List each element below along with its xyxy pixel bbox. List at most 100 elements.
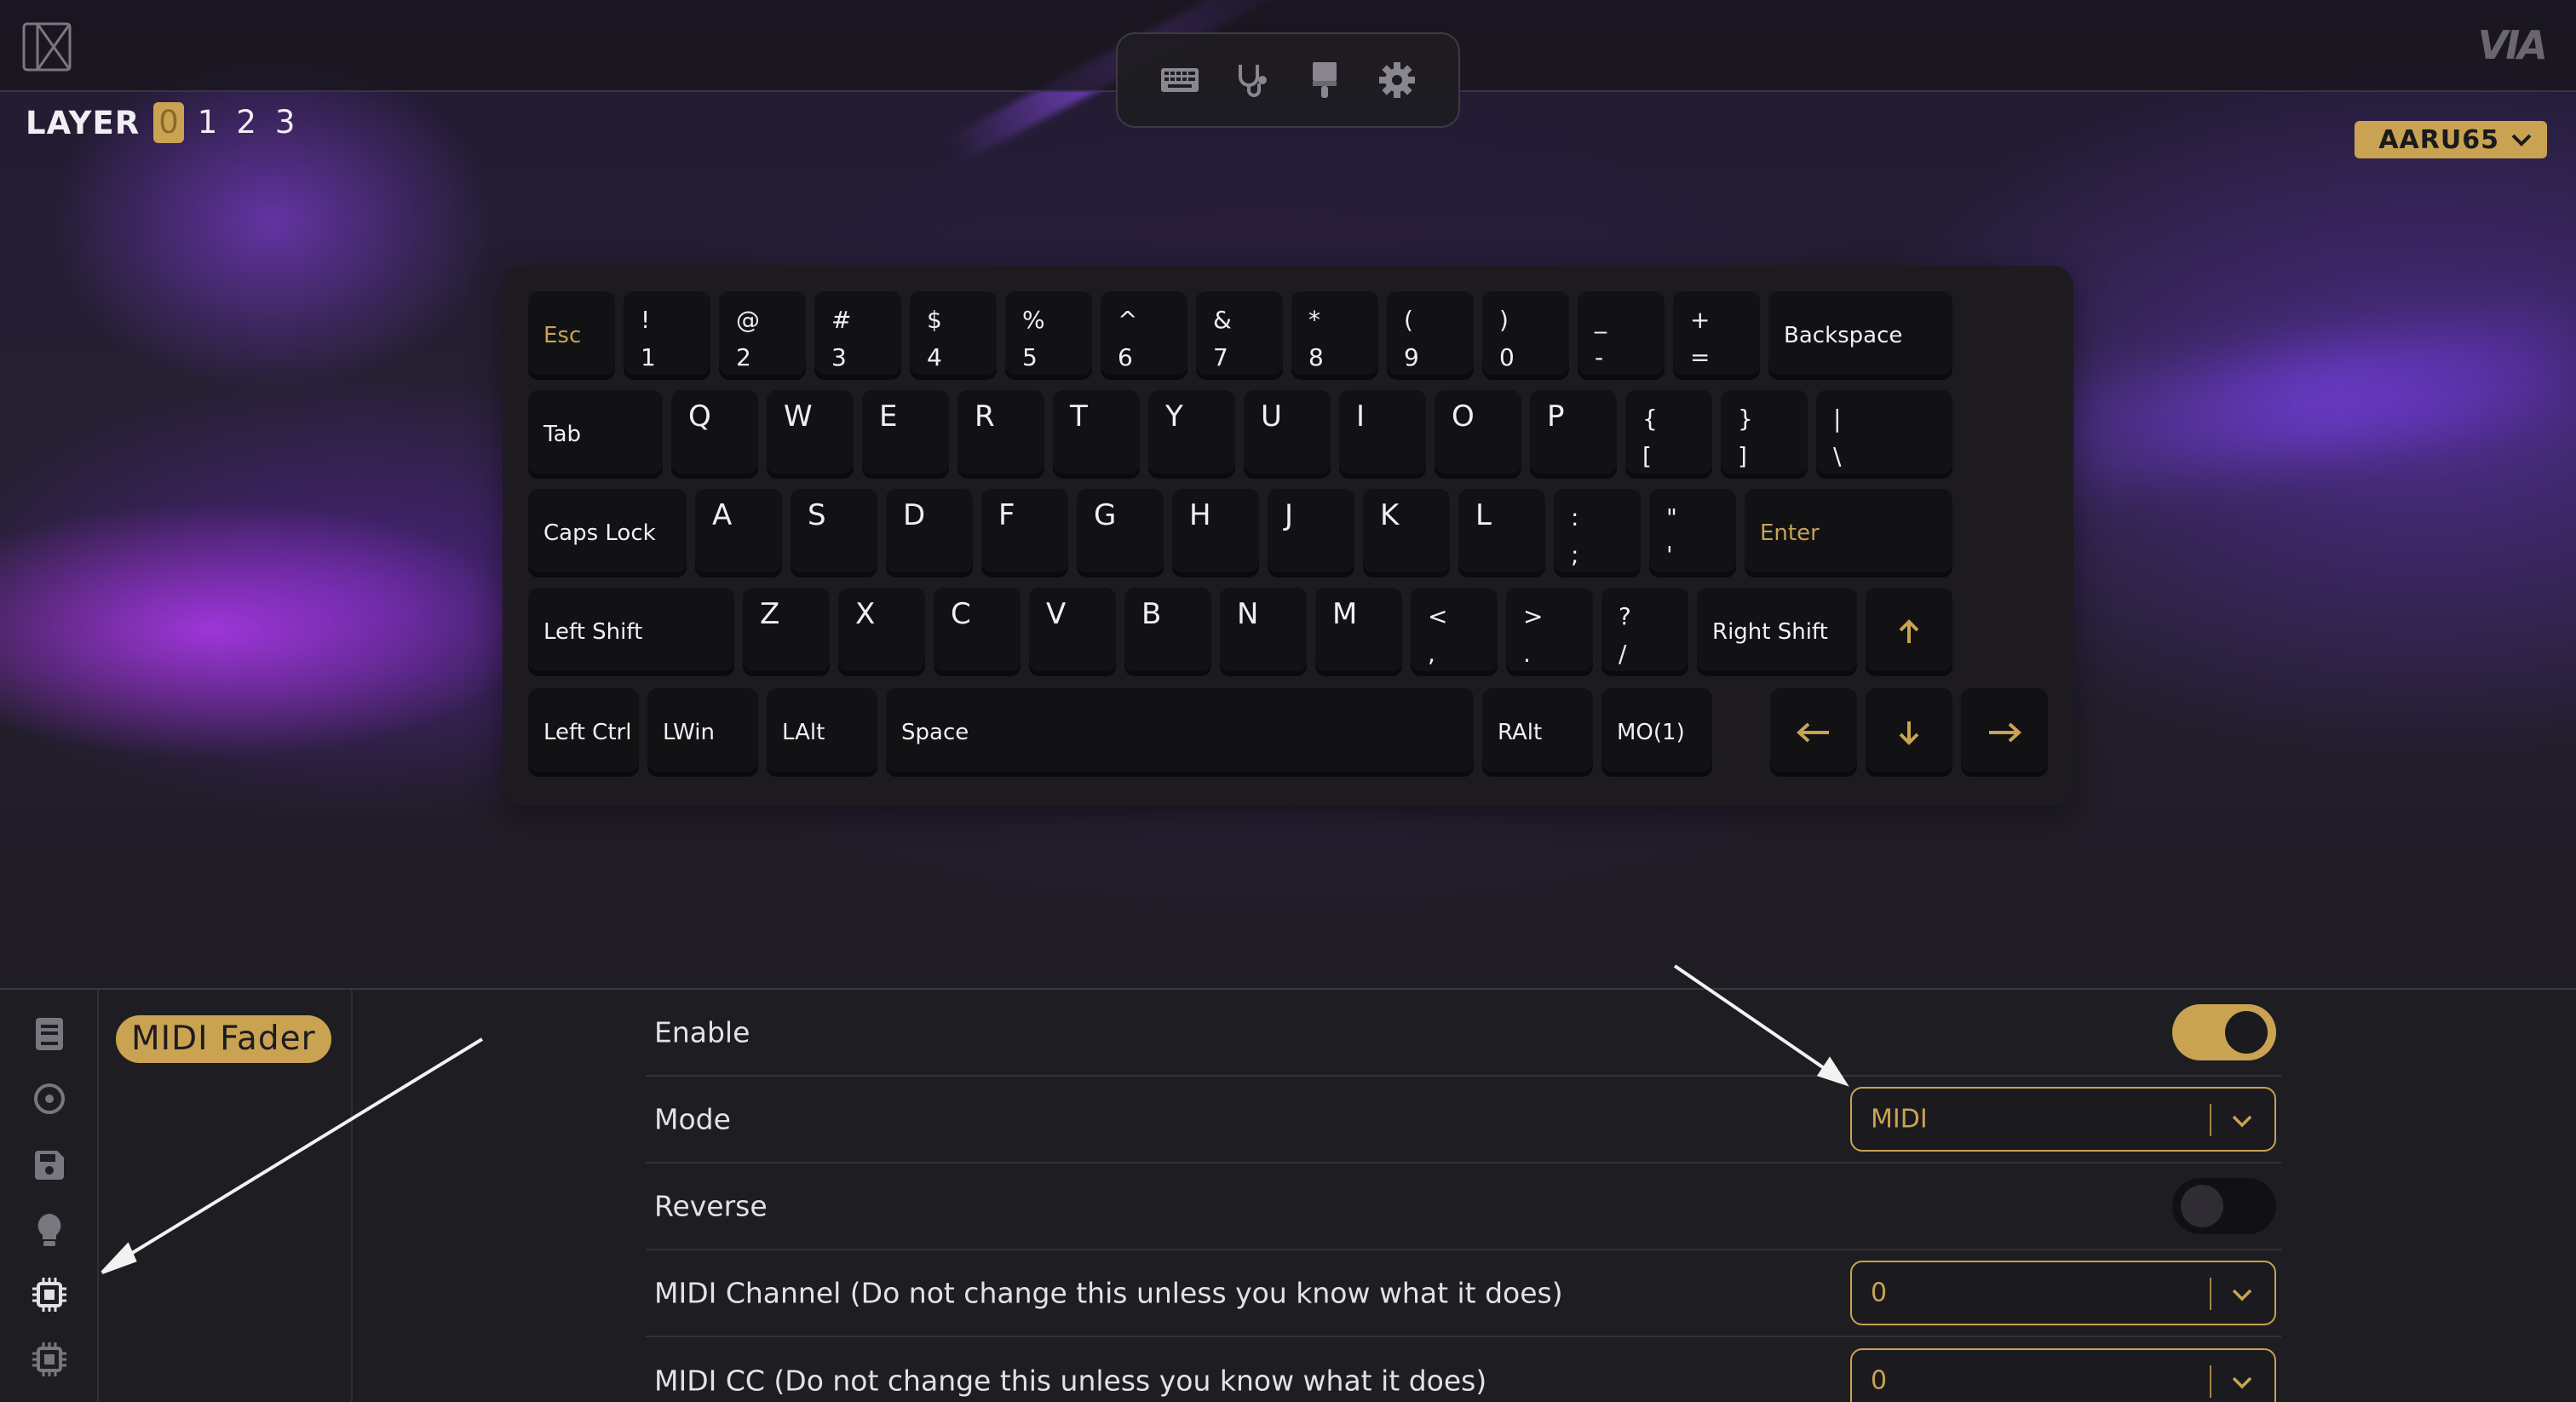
key-lalt[interactable]: LAlt xyxy=(767,688,877,777)
key-k[interactable]: K xyxy=(1363,489,1450,577)
key-a[interactable]: A xyxy=(695,489,782,577)
key-z[interactable]: Z xyxy=(743,588,830,676)
lightbulb-icon xyxy=(37,1214,61,1246)
layer-1-button[interactable]: 1 xyxy=(193,102,223,143)
layer-label: LAYER xyxy=(26,104,141,141)
key-left-ctrl[interactable]: Left Ctrl xyxy=(528,688,639,777)
keyboard-select-dropdown[interactable]: AARU65 xyxy=(2355,121,2547,158)
reverse-toggle[interactable] xyxy=(2172,1178,2276,1234)
key-7[interactable]: & 7 xyxy=(1196,291,1283,380)
key-8[interactable]: * 8 xyxy=(1291,291,1378,380)
key-2[interactable]: @ 2 xyxy=(719,291,806,380)
key-backslash[interactable]: | \ xyxy=(1816,390,1952,479)
key-tab[interactable]: Tab xyxy=(528,390,663,479)
key-h[interactable]: H xyxy=(1172,489,1259,577)
sidebar-lighting-button[interactable] xyxy=(29,1210,70,1250)
midi-channel-select[interactable]: 0 xyxy=(1850,1261,2276,1325)
key-equal[interactable]: + = xyxy=(1673,291,1760,380)
key-q[interactable]: Q xyxy=(671,390,758,479)
key-n[interactable]: N xyxy=(1220,588,1307,676)
key-d[interactable]: D xyxy=(886,489,973,577)
key-p[interactable]: P xyxy=(1530,390,1617,479)
key-c[interactable]: C xyxy=(934,588,1021,676)
key-m[interactable]: M xyxy=(1315,588,1402,676)
key-g[interactable]: G xyxy=(1077,489,1164,577)
key-left-shift[interactable]: Left Shift xyxy=(528,588,734,676)
floppy-disk-icon xyxy=(35,1151,64,1180)
layer-3-button[interactable]: 3 xyxy=(270,102,301,143)
key-left-arrow[interactable] xyxy=(1770,688,1857,777)
key-o[interactable]: O xyxy=(1435,390,1521,479)
key-t[interactable]: T xyxy=(1053,390,1140,479)
key-4[interactable]: $ 4 xyxy=(910,291,997,380)
key-down-arrow[interactable] xyxy=(1866,688,1952,777)
key-ralt[interactable]: RAlt xyxy=(1482,688,1593,777)
key-f[interactable]: F xyxy=(981,489,1068,577)
key-3[interactable]: # 3 xyxy=(814,291,901,380)
enable-toggle[interactable] xyxy=(2172,1004,2276,1060)
key-lwin[interactable]: LWin xyxy=(647,688,758,777)
key-mo1[interactable]: MO(1) xyxy=(1601,688,1712,777)
key-period[interactable]: > . xyxy=(1506,588,1593,676)
key-v[interactable]: V xyxy=(1029,588,1116,676)
key-u[interactable]: U xyxy=(1244,390,1331,479)
key-i[interactable]: I xyxy=(1339,390,1426,479)
key-left-bracket[interactable]: { [ xyxy=(1625,390,1712,479)
keyboard-layout: Esc ! 1 @ 2 # 3 $ 4 % 5 ^ 6 & 7 * 8 ( 9 … xyxy=(503,266,2073,806)
key-minus[interactable]: _ - xyxy=(1578,291,1665,380)
key-slash[interactable]: ? / xyxy=(1601,588,1688,676)
nav-settings-button[interactable] xyxy=(1373,56,1421,104)
key-6[interactable]: ^ 6 xyxy=(1101,291,1187,380)
key-right-shift[interactable]: Right Shift xyxy=(1697,588,1857,676)
key-y[interactable]: Y xyxy=(1148,390,1235,479)
setting-row-mode: Mode MIDI xyxy=(646,1077,2281,1164)
key-x[interactable]: X xyxy=(838,588,925,676)
key-comma[interactable]: < , xyxy=(1411,588,1498,676)
sidebar-keymap-button[interactable] xyxy=(29,1014,70,1054)
bottom-panel: MIDI Fader Enable Mode MIDI Reverse MIDI… xyxy=(0,988,2576,1402)
nav-design-button[interactable] xyxy=(1301,56,1348,104)
key-label: O xyxy=(1452,399,1475,434)
key-right-bracket[interactable]: } ] xyxy=(1721,390,1808,479)
key-label: ) 0 xyxy=(1499,306,1515,371)
key-up-arrow[interactable] xyxy=(1866,588,1952,676)
setting-row-midi-cc: MIDI CC (Do not change this unless you k… xyxy=(646,1337,2281,1402)
sidebar-custom-menu-2-button[interactable] xyxy=(29,1339,70,1380)
key-5[interactable]: % 5 xyxy=(1005,291,1092,380)
key-b[interactable]: B xyxy=(1124,588,1211,676)
circle-dot-icon xyxy=(34,1083,65,1114)
sidebar-custom-menu-button[interactable] xyxy=(29,1274,70,1315)
key-9[interactable]: ( 9 xyxy=(1387,291,1474,380)
key-s[interactable]: S xyxy=(791,489,877,577)
sidebar-save-load-button[interactable] xyxy=(29,1145,70,1186)
key-backspace[interactable]: Backspace xyxy=(1768,291,1952,380)
key-semicolon[interactable]: : ; xyxy=(1554,489,1641,577)
key-space[interactable]: Space xyxy=(886,688,1474,777)
mode-select[interactable]: MIDI xyxy=(1850,1087,2276,1152)
layer-2-button[interactable]: 2 xyxy=(231,102,262,143)
key-e[interactable]: E xyxy=(862,390,949,479)
layer-0-button[interactable]: 0 xyxy=(153,102,184,143)
key-label: Space xyxy=(901,720,969,745)
chevron-down-icon xyxy=(2511,134,2532,147)
key-r[interactable]: R xyxy=(957,390,1044,479)
via-logo: VIA xyxy=(2477,22,2548,68)
key-right-arrow[interactable] xyxy=(1961,688,2048,777)
key-label: + = xyxy=(1690,306,1711,371)
key-j[interactable]: J xyxy=(1268,489,1354,577)
key-caps-lock[interactable]: Caps Lock xyxy=(528,489,687,577)
key-w[interactable]: W xyxy=(767,390,854,479)
midi-cc-select[interactable]: 0 xyxy=(1850,1348,2276,1402)
submenu-item-midi-fader[interactable]: MIDI Fader xyxy=(116,1015,331,1063)
sidebar-macros-button[interactable] xyxy=(29,1078,70,1119)
key-enter[interactable]: Enter xyxy=(1745,489,1952,577)
key-1[interactable]: ! 1 xyxy=(624,291,710,380)
nav-key-tester-button[interactable] xyxy=(1228,56,1276,104)
key-esc[interactable]: Esc xyxy=(528,291,615,380)
key-0[interactable]: ) 0 xyxy=(1482,291,1569,380)
key-label: C xyxy=(951,597,971,631)
key-quote[interactable]: " ' xyxy=(1649,489,1736,577)
nav-configure-button[interactable] xyxy=(1156,56,1204,104)
key-l[interactable]: L xyxy=(1458,489,1545,577)
key-label: > . xyxy=(1523,602,1544,668)
